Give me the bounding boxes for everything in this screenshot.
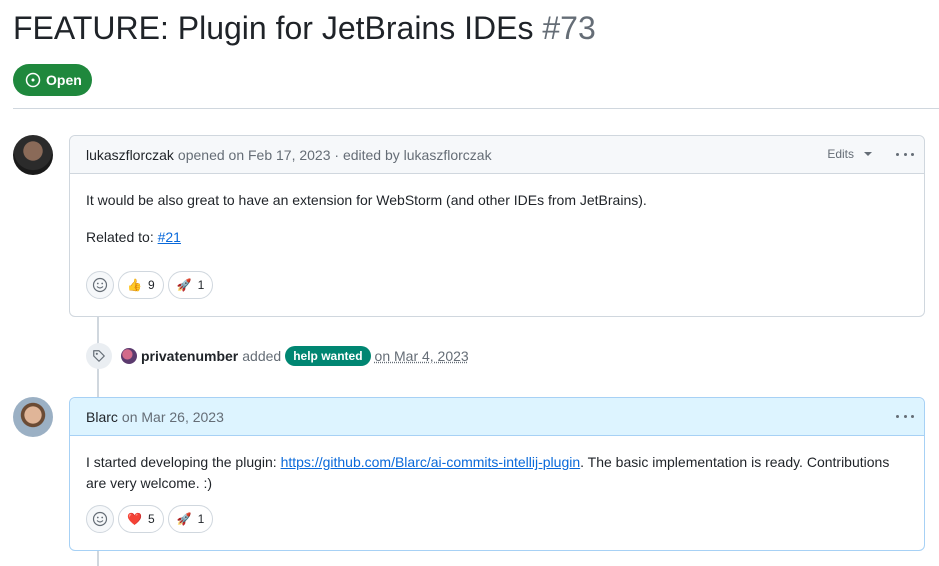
comment-body: I started developing the plugin: https:/… [70, 436, 924, 494]
kebab-menu-icon[interactable] [896, 145, 914, 163]
rocket-icon: 🚀 [176, 278, 192, 292]
kebab-menu-icon[interactable] [896, 407, 914, 425]
tag-icon [86, 343, 112, 369]
comment-author[interactable]: lukaszflorczak [86, 147, 174, 163]
avatar[interactable] [13, 397, 53, 437]
reactions-bar: ❤️ 5 🚀 1 [86, 505, 214, 533]
event-actor[interactable]: privatenumber [141, 348, 238, 364]
comment-header: lukaszflorczak opened on Feb 17, 2023 · … [70, 136, 924, 174]
reaction-heart[interactable]: ❤️ 5 [118, 505, 164, 533]
edits-dropdown[interactable]: Edits [827, 147, 872, 161]
reaction-count: 5 [147, 512, 155, 526]
smiley-icon [92, 511, 108, 527]
add-reaction-button[interactable] [86, 505, 114, 533]
issue-title-text: FEATURE: Plugin for JetBrains IDEs [13, 10, 534, 46]
avatar[interactable] [13, 135, 53, 175]
comment-text: I started developing the plugin: https:/… [86, 454, 890, 491]
issue-opened-icon [25, 72, 41, 88]
timeline-connector [97, 551, 99, 566]
reaction-thumbs-up[interactable]: 👍 9 [118, 271, 164, 299]
smiley-icon [92, 277, 108, 293]
comment-header: Blarc on Mar 26, 2023 [70, 398, 924, 436]
issue-state-label: Open [46, 72, 82, 88]
help-wanted-label[interactable]: help wanted [285, 346, 371, 366]
event-action: added [242, 348, 282, 364]
issue-number: #73 [542, 10, 596, 46]
comment-text: It would be also great to have an extens… [86, 192, 647, 208]
avatar[interactable] [121, 348, 137, 364]
chevron-down-icon [864, 152, 872, 156]
reaction-rocket[interactable]: 🚀 1 [167, 505, 214, 533]
issue-state-badge: Open [13, 64, 92, 96]
comment-related: Related to: #21 [86, 229, 181, 245]
header-divider [13, 108, 939, 109]
timeline-label-event: privatenumber added help wanted on Mar 4… [86, 343, 469, 369]
reactions-bar: 👍 9 🚀 1 [86, 271, 214, 299]
issue-comment: Blarc on Mar 26, 2023 I started developi… [69, 397, 925, 551]
issue-comment: lukaszflorczak opened on Feb 17, 2023 · … [69, 135, 925, 317]
comment-meta: on Mar 26, 2023 [121, 408, 224, 425]
heart-icon: ❤️ [127, 512, 142, 526]
reaction-count: 1 [197, 278, 205, 292]
reaction-rocket[interactable]: 🚀 1 [167, 271, 214, 299]
thumbs-up-icon: 👍 [127, 278, 142, 292]
comment-meta: opened on Feb 17, 2023 · edited by lukas… [177, 146, 492, 163]
reaction-count: 9 [147, 278, 155, 292]
plugin-repo-link[interactable]: https://github.com/Blarc/ai-commits-inte… [281, 454, 581, 470]
comment-body: It would be also great to have an extens… [70, 174, 924, 248]
event-date[interactable]: on Mar 4, 2023 [375, 348, 469, 364]
rocket-icon: 🚀 [176, 512, 192, 526]
issue-link[interactable]: #21 [158, 229, 181, 245]
add-reaction-button[interactable] [86, 271, 114, 299]
reaction-count: 1 [197, 512, 205, 526]
issue-title: FEATURE: Plugin for JetBrains IDEs #73 [13, 10, 596, 46]
comment-author[interactable]: Blarc [86, 409, 118, 425]
edits-label: Edits [827, 147, 854, 161]
